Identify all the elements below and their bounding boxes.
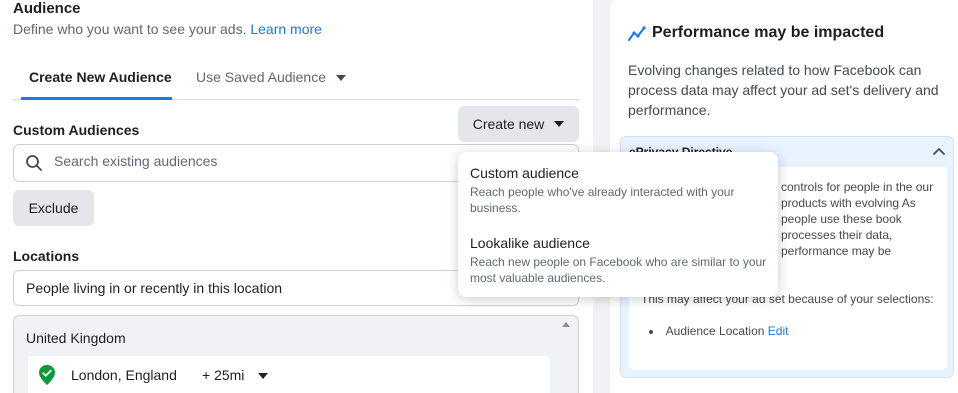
edit-link[interactable]: Edit (768, 324, 789, 338)
exclude-label: Exclude (28, 200, 79, 216)
tab-label: Use Saved Audience (196, 69, 326, 85)
exclude-button[interactable]: Exclude (13, 190, 94, 226)
location-pin-icon (39, 365, 55, 385)
caret-down-icon (554, 121, 565, 127)
audience-title: Audience (13, 0, 81, 17)
audience-location-label: Audience Location (665, 324, 765, 338)
radius-value: + 25mi (202, 367, 245, 383)
eprivacy-text: controls for people in the our products … (781, 180, 934, 258)
location-item: London, England + 25mi (28, 356, 550, 393)
locations-label: Locations (13, 248, 80, 264)
menu-item-lookalike-audience[interactable]: Lookalike audience Reach new people on F… (470, 235, 770, 286)
menu-item-custom-audience[interactable]: Custom audience Reach people who've alre… (470, 165, 770, 216)
create-new-button[interactable]: Create new (458, 106, 579, 142)
audience-tabs: Create New Audience Use Saved Audience (13, 60, 579, 100)
location-type-value: People living in or recently in this loc… (26, 280, 283, 296)
performance-title: Performance may be impacted (652, 24, 885, 41)
create-new-menu: Custom audience Reach people who've alre… (458, 152, 778, 297)
menu-item-description: Reach people who've already interacted w… (470, 185, 735, 215)
scroll-up-arrow[interactable] (562, 322, 570, 327)
custom-audiences-label: Custom Audiences (13, 122, 140, 138)
chevron-up-icon[interactable] (933, 147, 945, 155)
audience-subtitle: Define who you want to see your ads. Lea… (13, 21, 322, 37)
search-icon (26, 155, 42, 171)
location-city: London, England (71, 367, 177, 383)
search-placeholder: Search existing audiences (54, 153, 218, 169)
create-new-label: Create new (472, 116, 545, 132)
radius-dropdown[interactable]: + 25mi (202, 367, 269, 383)
tab-label: Create New Audience (29, 69, 172, 85)
menu-item-description: Reach new people on Facebook who are sim… (470, 255, 767, 285)
tab-create-new-audience[interactable]: Create New Audience (21, 60, 172, 100)
list-item: Audience Location Edit (649, 324, 789, 338)
audience-subtitle-text: Define who you want to see your ads. (13, 21, 247, 37)
tab-use-saved-audience[interactable]: Use Saved Audience (196, 60, 346, 100)
learn-more-link[interactable]: Learn more (250, 21, 322, 37)
menu-item-title: Custom audience (470, 165, 579, 181)
performance-body: Evolving changes related to how Facebook… (628, 62, 939, 118)
selected-locations: United Kingdom London, England + 25mi (13, 315, 579, 393)
performance-chart-icon (628, 26, 646, 41)
caret-down-icon (335, 75, 346, 82)
location-country: United Kingdom (26, 330, 126, 346)
menu-item-title: Lookalike audience (470, 235, 590, 251)
caret-down-icon (258, 373, 269, 380)
